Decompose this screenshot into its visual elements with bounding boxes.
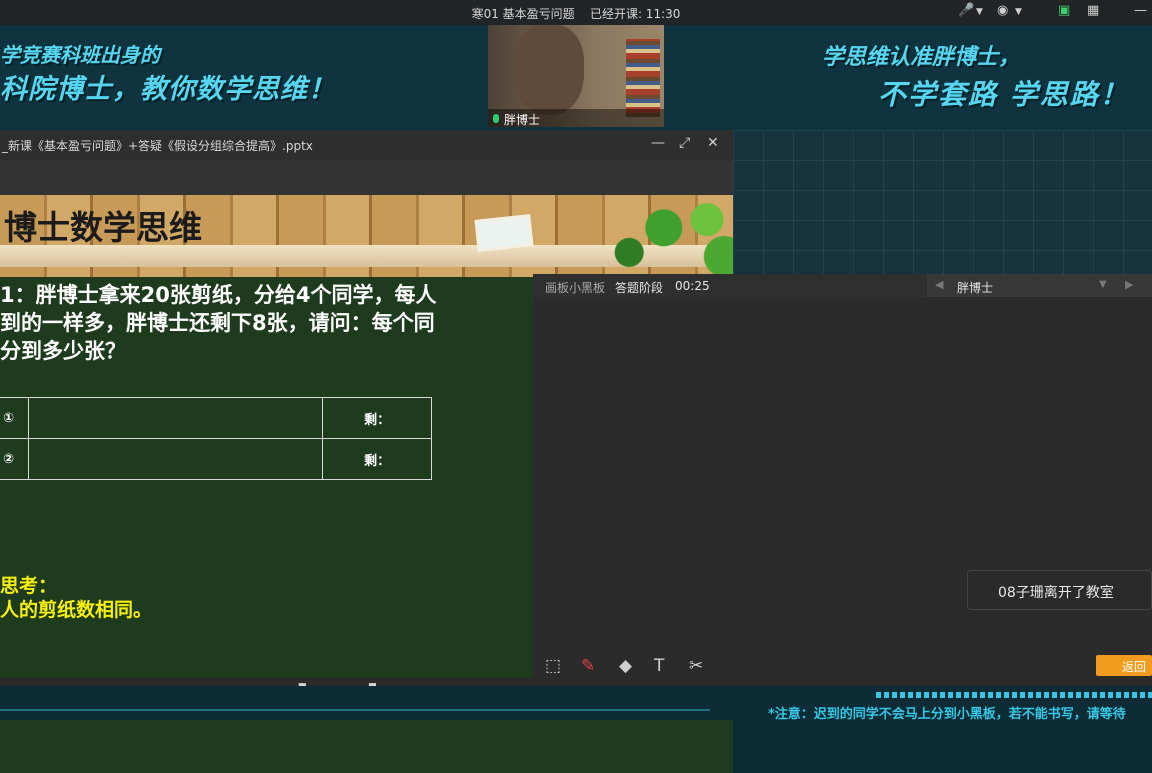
blackboard-header: 画板小黑板 答题阶段 00:25 ◀ 胖博士 ▼ ▶ (533, 274, 1152, 297)
top-bar: 寒01 基本盈亏问题 已经开课: 11:30 🎤 ▼ ◉ ▼ ▣ ▦ — (0, 0, 1152, 25)
photo-decoration (474, 214, 534, 252)
small-blackboard[interactable]: 画板小黑板 答题阶段 00:25 ◀ 胖博士 ▼ ▶ ⬚ ✎ ◆ T ✂ (533, 274, 1152, 686)
slogan-left-line2: 科院博士，教你数学思维！ (0, 74, 336, 105)
slogan-right-line1: 学思维认准胖博士， (822, 44, 1021, 70)
table-row: ② 剩： (0, 438, 432, 480)
timer: 00:25 (675, 279, 710, 293)
question-line-3: 分到多少张？ (0, 339, 126, 363)
screen-share-icon[interactable]: ▣ (1058, 3, 1070, 18)
question-line-1: 1：胖博士拿来20张剪纸，分给4个同学，每人 (0, 283, 437, 307)
think-text: 人的剪纸数相同。 (0, 599, 153, 621)
pen-tool-icon[interactable]: ✎ (581, 656, 595, 676)
text-tool-icon[interactable]: T (654, 656, 664, 676)
question-line-2: 到的一样多，胖博士还剩下8张，请问：每个同 (0, 311, 435, 335)
mic-icon[interactable]: 🎤 (958, 3, 974, 18)
camera-name-tag: 胖博士 (488, 109, 664, 127)
apps-grid-icon[interactable]: ▦ (1087, 3, 1099, 18)
minimize-icon[interactable]: — (1134, 3, 1147, 18)
stage-label: 答题阶段 (615, 281, 664, 295)
next-user-icon[interactable]: ▶ (1125, 278, 1133, 291)
table-row: ① 剩： (0, 397, 432, 439)
course-title: 寒01 基本盈亏问题 (471, 7, 575, 21)
ppt-minimize-button[interactable]: — (651, 135, 665, 151)
mic-active-icon (493, 114, 499, 123)
remain-label: 剩： (322, 397, 432, 439)
camera-name: 胖博士 (504, 113, 541, 127)
elapsed-time: 已经开课: 11:30 (589, 7, 681, 21)
slide-heading: 博士数学思维 (4, 208, 202, 247)
progress-line (0, 709, 710, 711)
think-label: 思考： (0, 575, 58, 597)
user-selector[interactable]: ◀ 胖博士 ▼ ▶ (927, 274, 1152, 297)
leaves-decoration (560, 195, 733, 277)
blackboard-title: 画板小黑板 (545, 281, 606, 295)
teacher-camera[interactable]: 胖博士 (488, 25, 664, 127)
drawing-toolbar: ⬚ ✎ ◆ T ✂ (533, 648, 733, 684)
answer-table: ① 剩： ② 剩： (0, 397, 432, 480)
answer-cell (27, 438, 324, 480)
notice-text: *注意：迟到的同学不会马上分到小黑板，若不能书写，请等待 (768, 707, 1126, 722)
ppt-close-button[interactable]: ✕ (707, 135, 719, 151)
eraser-tool-icon[interactable]: ◆ (619, 656, 632, 676)
user-dropdown-icon[interactable]: ▼ (1099, 279, 1107, 290)
footer: *注意：迟到的同学不会马上分到小黑板，若不能书写，请等待 (0, 686, 1152, 722)
ppt-toolbar (0, 160, 733, 195)
selected-user: 胖博士 (957, 281, 994, 295)
leave-notification: 08子珊离开了教室 (967, 570, 1152, 610)
dotted-line (876, 692, 1152, 698)
banner: 学竞赛科班出身的 科院博士，教你数学思维！ 学思维认准胖博士， 不学套路 学思路… (0, 25, 1152, 130)
slogan-left-line1: 学竞赛科班出身的 (0, 43, 160, 67)
select-tool-icon[interactable]: ⬚ (545, 656, 561, 676)
mic-dropdown-icon[interactable]: ▼ (976, 7, 983, 17)
remain-label: 剩： (322, 438, 432, 480)
scissors-tool-icon[interactable]: ✂ (689, 656, 703, 676)
return-button[interactable]: 返回 (1096, 655, 1152, 676)
row-index: ② (0, 438, 29, 480)
ppt-file-title: _新课《基本盈亏问题》+答疑《假设分组综合提高》.pptx (2, 139, 313, 153)
ppt-title-bar: _新课《基本盈亏问题》+答疑《假设分组综合提高》.pptx — ⤢ ✕ (0, 130, 733, 160)
teacher-video (514, 25, 584, 115)
camera-icon[interactable]: ◉ (997, 3, 1008, 18)
row-index: ① (0, 397, 29, 439)
slogan-right-line2: 不学套路 学思路！ (878, 78, 1130, 111)
bookshelf (626, 39, 660, 117)
camera-dropdown-icon[interactable]: ▼ (1015, 7, 1022, 17)
answer-cell (27, 397, 324, 439)
ppt-maximize-button[interactable]: ⤢ (679, 135, 690, 151)
prev-user-icon[interactable]: ◀ (935, 278, 943, 291)
